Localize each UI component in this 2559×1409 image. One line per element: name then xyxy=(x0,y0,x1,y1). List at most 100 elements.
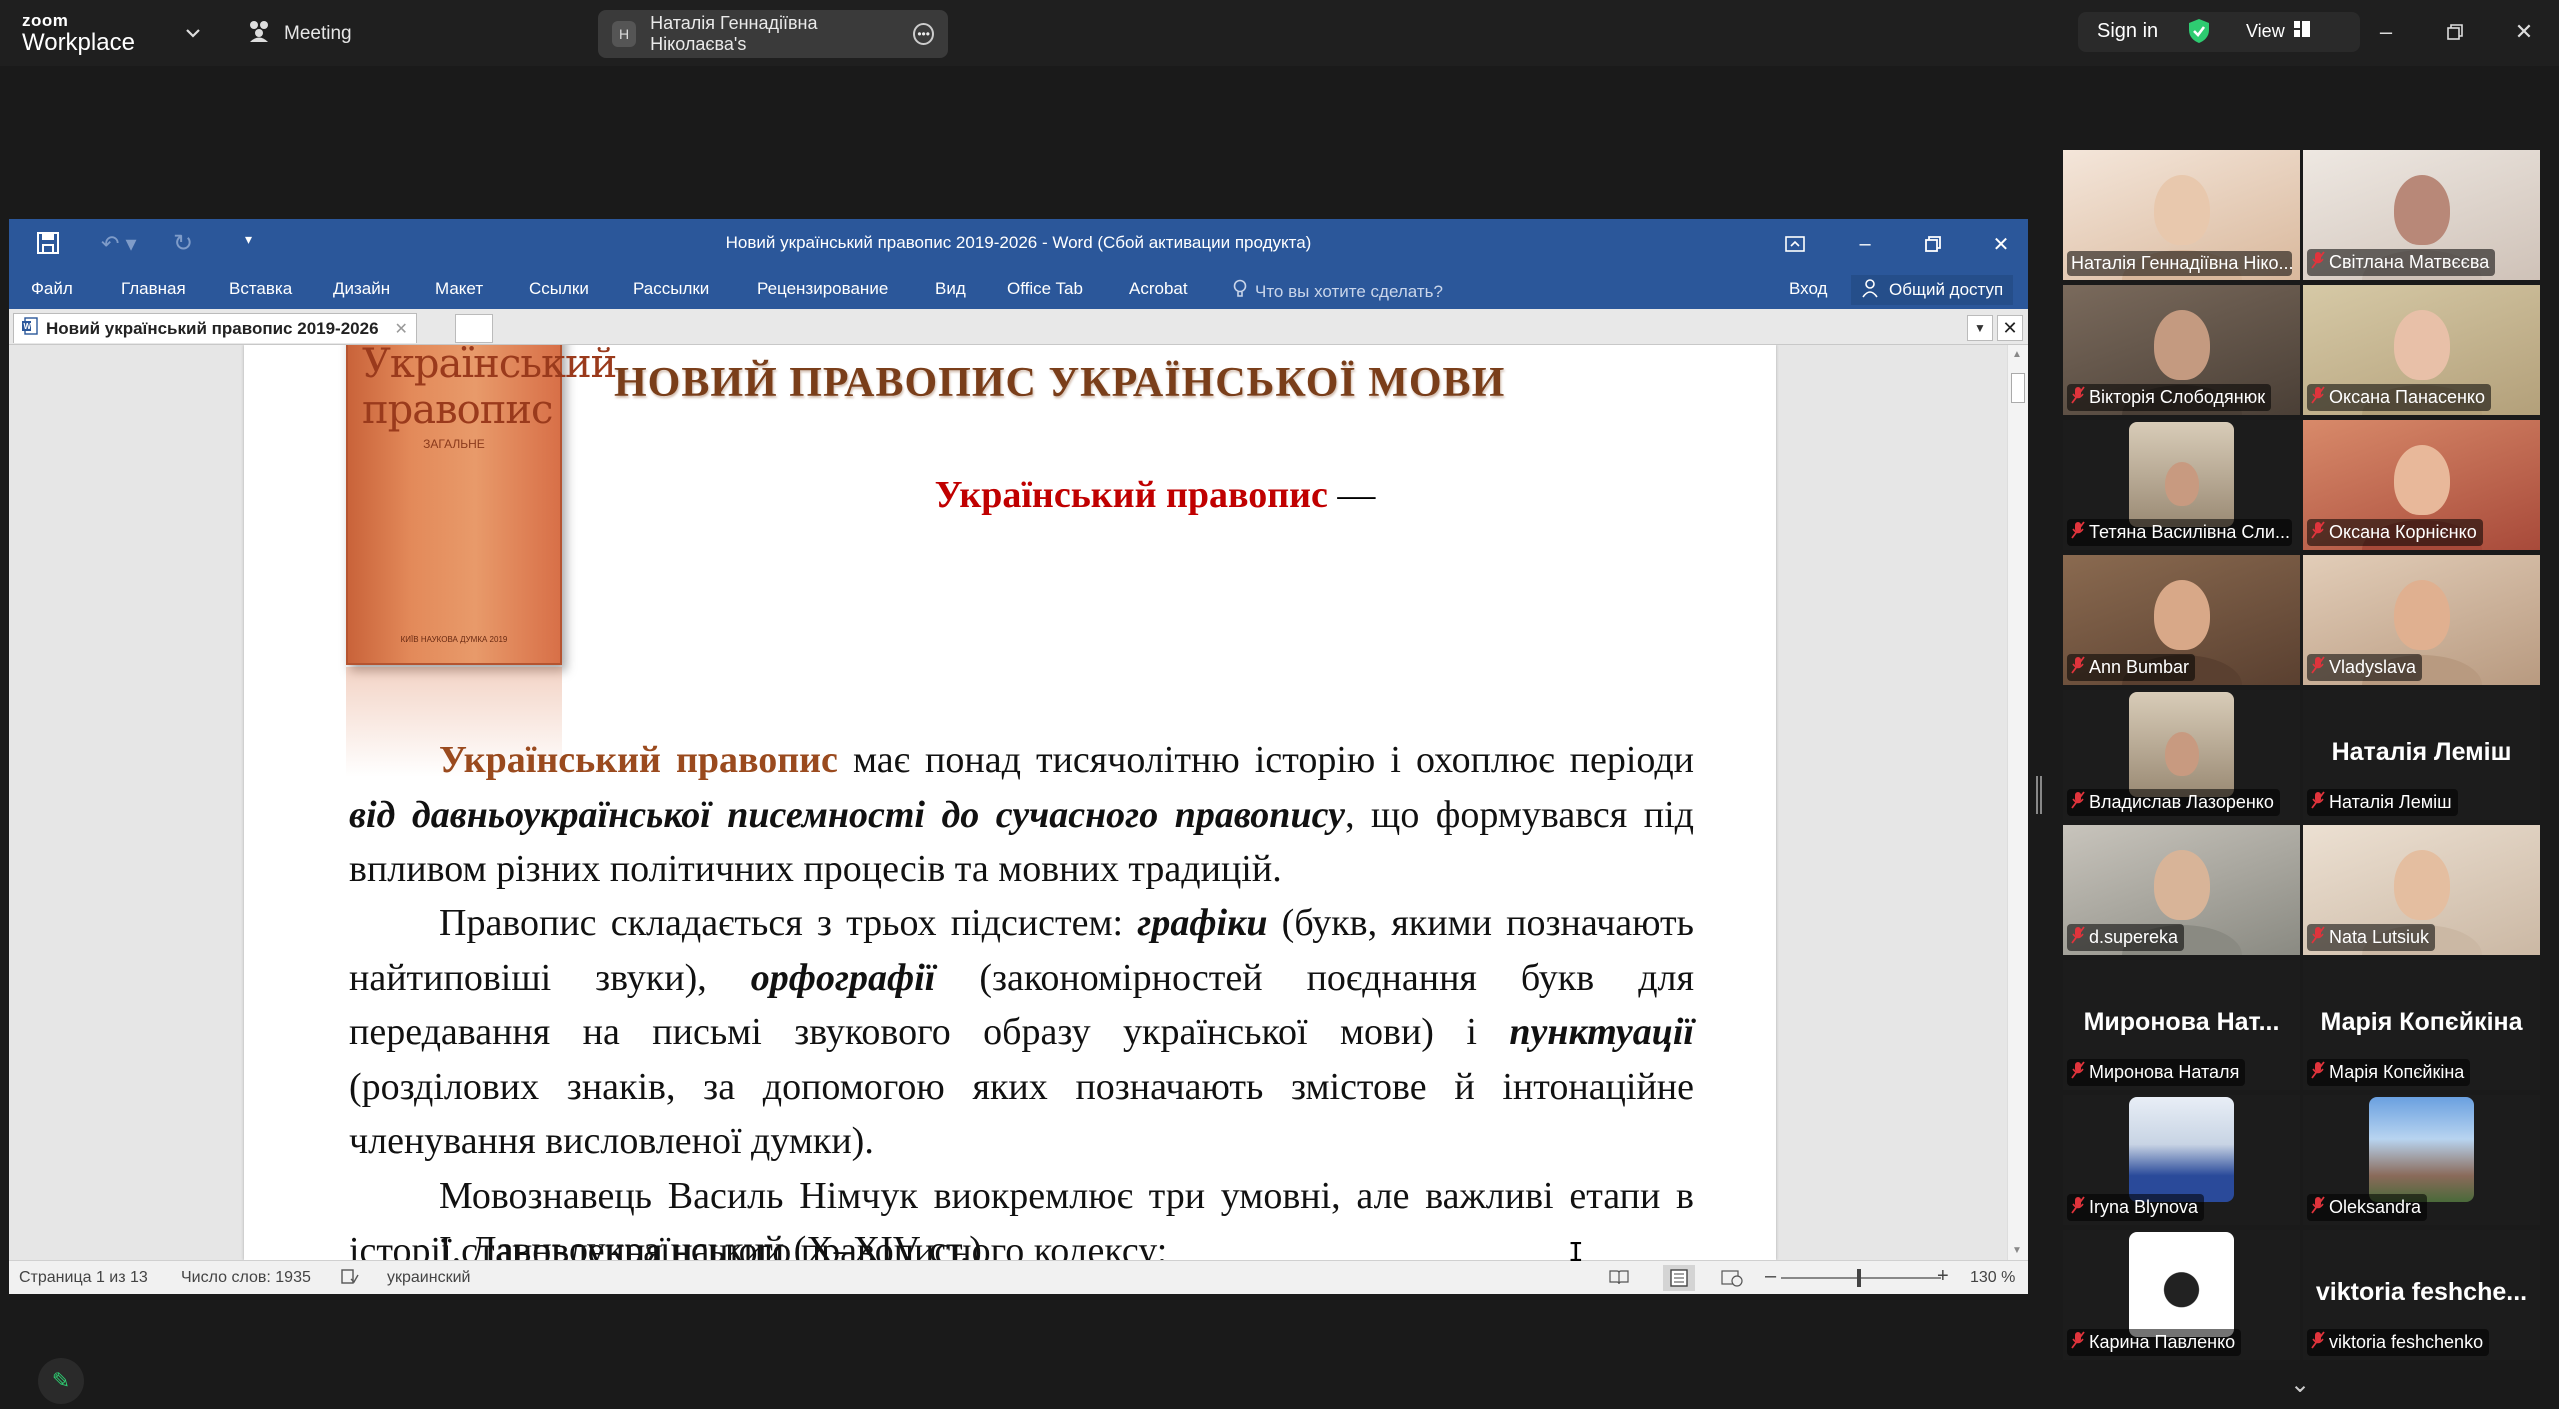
participant-display-name: Наталія Леміш xyxy=(2331,738,2512,766)
zoom-in-icon[interactable]: + xyxy=(1937,1265,1949,1288)
tab-insert[interactable]: Вставка xyxy=(229,279,292,299)
screen-share-indicator[interactable]: H Наталія Геннадіївна Ніколаєва's ••• xyxy=(598,10,948,58)
participant-tile[interactable]: Оксана Корнієнко xyxy=(2303,420,2540,550)
zoom-workplace-logo[interactable]: zoom Workplace xyxy=(22,12,135,55)
word-minimize-icon[interactable]: – xyxy=(1847,227,1883,261)
scroll-down-icon[interactable]: ▼ xyxy=(2012,1245,2022,1256)
read-mode-icon[interactable] xyxy=(1609,1269,1629,1290)
participant-face xyxy=(2165,732,2199,776)
ribbon-tabs: Файл Главная Вставка Дизайн Макет Ссылки… xyxy=(9,269,2028,309)
participant-name: Оксана Панасенко xyxy=(2329,387,2485,407)
participant-tile[interactable]: Ann Bumbar xyxy=(2063,555,2300,685)
participant-tile[interactable]: Миронова Нат... Миронова Наталя xyxy=(2063,960,2300,1090)
annotate-pencil-icon[interactable]: ✎ xyxy=(38,1358,84,1404)
participant-name-tag: Oleksandra xyxy=(2307,1194,2428,1221)
word-title-bar: ↶ ▾ ↻ ▾ Новий український правопис 2019-… xyxy=(9,219,2028,269)
split-drag-handle[interactable] xyxy=(2036,776,2042,814)
tab-home[interactable]: Главная xyxy=(121,279,186,299)
tab-review[interactable]: Рецензирование xyxy=(757,279,888,299)
word-window: ↶ ▾ ↻ ▾ Новий український правопис 2019-… xyxy=(9,219,2028,1294)
tab-view[interactable]: Вид xyxy=(935,279,966,299)
participant-tile[interactable]: Nata Lutsiuk xyxy=(2303,825,2540,955)
participant-tile[interactable]: Владислав Лазоренко xyxy=(2063,690,2300,820)
sharer-avatar: H xyxy=(612,21,637,47)
microphone-muted-icon xyxy=(2311,656,2325,679)
word-restore-icon[interactable] xyxy=(1915,227,1951,261)
shield-check-icon[interactable] xyxy=(2187,18,2211,44)
participant-display-name: Марія Копєйкіна xyxy=(2320,1008,2523,1036)
gallery-next-page-icon[interactable]: ⌄ xyxy=(2290,1370,2310,1399)
proofing-icon[interactable] xyxy=(341,1269,359,1290)
zoom-slider[interactable] xyxy=(1781,1277,1941,1279)
tell-me-search[interactable]: Что вы хотите сделать? xyxy=(1233,279,1443,304)
scroll-thumb[interactable] xyxy=(2011,373,2025,403)
tab-references[interactable]: Ссылки xyxy=(529,279,589,299)
participant-tile[interactable]: Oleksandra xyxy=(2303,1095,2540,1225)
tab-list-dropdown-icon[interactable]: ▼ xyxy=(1967,315,1993,341)
word-window-title: Новий український правопис 2019-2026 - W… xyxy=(725,233,1312,252)
participant-name: Вікторія Слободянюк xyxy=(2089,387,2266,407)
participant-tile[interactable]: Карина Павленко xyxy=(2063,1230,2300,1360)
participant-tile[interactable]: Оксана Панасенко xyxy=(2303,285,2540,415)
view-button[interactable]: View xyxy=(2246,20,2311,43)
participant-name-tag: Миронова Наталя xyxy=(2067,1059,2246,1086)
document-tab-close-icon[interactable]: ✕ xyxy=(395,319,408,339)
definition-line-2: система загальноприйнятих правил, які ви… xyxy=(596,528,1575,570)
document-page[interactable]: Український правопис ЗАГАЛЬНЕ КИЇВ НАУКО… xyxy=(244,345,1776,1260)
zoom-out-icon[interactable]: – xyxy=(1765,1265,1776,1288)
participant-tile[interactable]: viktoria feshche... viktoria feshchenko xyxy=(2303,1230,2540,1360)
zoom-percentage[interactable]: 130 % xyxy=(1970,1269,2015,1287)
tab-mailings[interactable]: Рассылки xyxy=(633,279,709,299)
paragraph-stage-1: І. Давньоукраїнський (X–XIV ст.) xyxy=(349,1223,1694,1260)
chevron-down-icon[interactable] xyxy=(182,22,204,44)
microphone-muted-icon xyxy=(2311,1331,2325,1354)
new-tab-button[interactable] xyxy=(455,314,493,343)
participant-tile[interactable]: Марія Копєйкіна Марія Копєйкіна xyxy=(2303,960,2540,1090)
word-sign-in-button[interactable]: Вход xyxy=(1789,279,1827,299)
participant-face xyxy=(2165,462,2199,506)
participant-face xyxy=(2153,850,2210,920)
participant-name: Світлана Матвєєва xyxy=(2329,252,2490,272)
word-close-icon[interactable]: ✕ xyxy=(1983,227,2019,261)
participant-tile[interactable]: Наталія Геннадіївна Ніко... xyxy=(2063,150,2300,280)
tab-file[interactable]: Файл xyxy=(31,279,73,299)
meeting-label: Meeting xyxy=(284,23,352,44)
participant-face xyxy=(2393,310,2450,380)
share-button[interactable]: Общий доступ xyxy=(1851,275,2014,305)
document-tab[interactable]: W Новий український правопис 2019-2026 ✕ xyxy=(13,313,417,343)
participant-tile[interactable]: d.supereka xyxy=(2063,825,2300,955)
restore-icon[interactable] xyxy=(2441,18,2469,46)
tab-layout[interactable]: Макет xyxy=(435,279,483,299)
tab-design[interactable]: Дизайн xyxy=(333,279,390,299)
minimize-icon[interactable]: – xyxy=(2372,18,2400,46)
vertical-scrollbar[interactable]: ▲ ▼ xyxy=(2007,345,2028,1260)
participant-tile[interactable]: Наталія Леміш Наталія Леміш xyxy=(2303,690,2540,820)
participant-tile[interactable]: Світлана Матвєєва xyxy=(2303,150,2540,280)
participant-tile[interactable]: Вікторія Слободянюк xyxy=(2063,285,2300,415)
participant-tile[interactable]: Iryna Blynova xyxy=(2063,1095,2300,1225)
participant-name: Владислав Лазоренко xyxy=(2089,792,2274,812)
ribbon-display-options-icon[interactable] xyxy=(1777,227,1813,261)
web-layout-icon[interactable] xyxy=(1721,1269,1743,1292)
participant-name-tag: viktoria feshchenko xyxy=(2307,1329,2490,1356)
word-count[interactable]: Число слов: 1935 xyxy=(181,1269,311,1287)
more-options-icon[interactable]: ••• xyxy=(913,23,934,45)
tab-office-tab[interactable]: Office Tab xyxy=(1007,279,1083,299)
meeting-button[interactable]: Meeting xyxy=(246,18,352,50)
page-count[interactable]: Страница 1 из 13 xyxy=(19,1269,148,1287)
zoom-slider-thumb[interactable] xyxy=(1857,1269,1861,1287)
participant-tile[interactable]: Тетяна Василівна Сли... xyxy=(2063,420,2300,550)
participant-tile[interactable]: Vladyslava xyxy=(2303,555,2540,685)
paragraph-text: має понад тисячолітню історію і охоплює … xyxy=(837,739,1694,781)
participant-picture xyxy=(2129,422,2234,527)
language-indicator[interactable]: украинский xyxy=(387,1269,470,1287)
scroll-up-icon[interactable]: ▲ xyxy=(2012,349,2022,360)
microphone-muted-icon xyxy=(2311,386,2325,409)
share-label: Общий доступ xyxy=(1889,280,2004,299)
sign-in-button[interactable]: Sign in xyxy=(2097,20,2158,43)
tab-close-all-icon[interactable]: ✕ xyxy=(1997,315,2023,341)
close-icon[interactable]: ✕ xyxy=(2510,18,2538,46)
microphone-muted-icon xyxy=(2311,251,2325,274)
print-layout-icon[interactable] xyxy=(1663,1265,1695,1291)
tab-acrobat[interactable]: Acrobat xyxy=(1129,279,1188,299)
